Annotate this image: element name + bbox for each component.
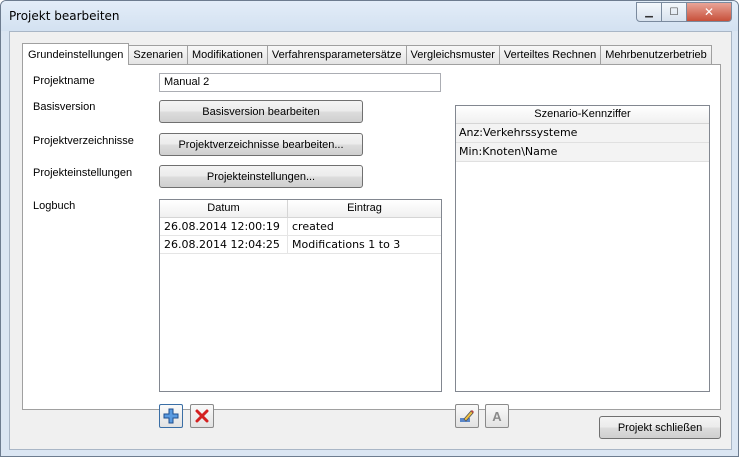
add-entry-button[interactable] xyxy=(159,404,183,428)
projektname-label: Projektname xyxy=(33,75,95,87)
table-row[interactable]: 26.08.2014 12:00:19 created xyxy=(160,218,441,236)
table-row[interactable]: 26.08.2014 12:04:25 Modifications 1 to 3 xyxy=(160,236,441,254)
scenario-list[interactable]: Szenario-Kennziffer Anz:Verkehrssysteme … xyxy=(455,105,710,392)
list-item[interactable]: Anz:Verkehrssysteme xyxy=(456,124,709,143)
tab-strip: Grundeinstellungen Szenarien Modifikatio… xyxy=(22,42,712,65)
basisversion-edit-button[interactable]: Basisversion bearbeiten xyxy=(159,100,363,123)
delete-entry-button[interactable] xyxy=(190,404,214,428)
cell-datum: 26.08.2014 12:04:25 xyxy=(160,236,288,253)
edit-scenario-button[interactable] xyxy=(455,404,479,428)
tab-verfahrensparametersaetze[interactable]: Verfahrensparametersätze xyxy=(266,45,407,64)
projektverzeichnisse-edit-button[interactable]: Projektverzeichnisse bearbeiten... xyxy=(159,133,363,156)
logbuch-label: Logbuch xyxy=(33,200,76,212)
scenario-header: Szenario-Kennziffer xyxy=(456,106,709,124)
tab-verteiltes-rechnen[interactable]: Verteiltes Rechnen xyxy=(498,45,602,64)
logbuch-header: Datum Eintrag xyxy=(160,200,441,218)
cell-eintrag: Modifications 1 to 3 xyxy=(292,238,401,251)
tab-mehrbenutzerbetrieb[interactable]: Mehrbenutzerbetrieb xyxy=(600,45,712,64)
delete-x-icon xyxy=(195,409,209,423)
window-controls: ▁ ☐ ✕ xyxy=(636,2,732,22)
column-header-eintrag[interactable]: Eintrag xyxy=(288,200,441,217)
projekteinstellungen-button[interactable]: Projekteinstellungen... xyxy=(159,165,363,188)
tab-modifikationen[interactable]: Modifikationen xyxy=(186,45,268,64)
pencil-icon xyxy=(460,410,474,422)
scenario-column-header[interactable]: Szenario-Kennziffer xyxy=(456,106,709,123)
tab-panel-grundeinstellungen: Projektname Manual 2 Basisversion Basisv… xyxy=(22,64,721,428)
text-format-button[interactable]: A xyxy=(485,404,509,428)
close-window-button[interactable]: ✕ xyxy=(687,2,732,22)
dialog-client: Grundeinstellungen Szenarien Modifikatio… xyxy=(9,31,732,450)
list-item[interactable]: Min:Knoten\Name xyxy=(456,143,709,162)
tab-vergleichsmuster[interactable]: Vergleichsmuster xyxy=(405,45,500,64)
projektname-input[interactable]: Manual 2 xyxy=(159,73,441,92)
window-title: Projekt bearbeiten xyxy=(9,9,120,23)
tab-grundeinstellungen[interactable]: Grundeinstellungen xyxy=(22,43,130,65)
close-project-button[interactable]: Projekt schließen xyxy=(599,416,721,439)
column-header-datum[interactable]: Datum xyxy=(160,200,288,217)
minimize-button[interactable]: ▁ xyxy=(636,2,662,22)
projekteinstellungen-label: Projekteinstellungen xyxy=(33,167,133,179)
title-bar[interactable]: Projekt bearbeiten ▁ ☐ ✕ xyxy=(1,1,738,31)
basisversion-label: Basisversion xyxy=(33,101,96,113)
plus-icon xyxy=(163,408,179,424)
cell-eintrag: created xyxy=(292,220,334,233)
maximize-button[interactable]: ☐ xyxy=(662,2,687,22)
projektverzeichnisse-label: Projektverzeichnisse xyxy=(33,135,134,147)
project-edit-window: Projekt bearbeiten ▁ ☐ ✕ Grundeinstellun… xyxy=(0,0,739,457)
cell-datum: 26.08.2014 12:00:19 xyxy=(160,218,288,235)
tab-szenarien[interactable]: Szenarien xyxy=(128,45,188,64)
logbuch-table[interactable]: Datum Eintrag 26.08.2014 12:00:19 create… xyxy=(159,199,442,392)
